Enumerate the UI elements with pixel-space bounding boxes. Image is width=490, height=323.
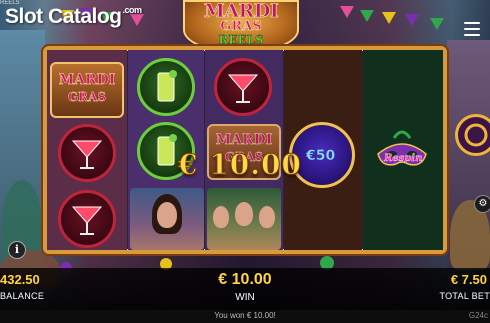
- game-id: G24c: [468, 311, 488, 320]
- portrait-face: [213, 206, 229, 228]
- autoplay-button[interactable]: ⚙: [474, 195, 490, 213]
- info-button[interactable]: i: [8, 241, 26, 259]
- info-icon: i: [14, 243, 20, 256]
- woman-portrait-symbol: [130, 188, 204, 250]
- martini-symbol: [214, 58, 272, 116]
- highball-icon: [157, 70, 177, 102]
- balance-value: 432.50: [0, 272, 40, 287]
- total-bet-label: TOTAL BET: [439, 291, 490, 301]
- mardi-symbol-line-1: MARDI: [58, 72, 116, 88]
- coin-value: €50: [306, 148, 336, 164]
- game-logo: MARDI GRAS REELS: [183, 0, 299, 52]
- martini-icon: [71, 206, 103, 235]
- martini-icon: [71, 140, 103, 169]
- respin-label: Respin: [384, 153, 423, 164]
- spin-button[interactable]: [455, 114, 490, 156]
- portrait-face: [235, 202, 253, 226]
- mardi-symbol-line-1: MARDI: [215, 132, 273, 148]
- mardi-gras-symbol: MARDI GRAS: [50, 62, 124, 118]
- balance-label: BALANCE: [0, 291, 45, 301]
- logo-line-3: REELS: [218, 33, 264, 47]
- watermark-text: Slot Catalog: [5, 5, 122, 28]
- bunting-flag: [405, 14, 419, 26]
- bunting-flag: [382, 12, 396, 24]
- highball-symbol: [137, 58, 195, 116]
- martini-icon: [227, 74, 259, 103]
- bunting-flag: [340, 6, 354, 18]
- respin-symbol: Respin: [366, 120, 438, 192]
- spin-icon: [464, 123, 488, 147]
- logo-line-2: GRAS: [220, 19, 262, 35]
- total-bet-value[interactable]: € 7.50: [451, 272, 487, 287]
- martini-symbol: [58, 190, 116, 248]
- win-amount-overlay: € 10.00: [178, 148, 302, 182]
- portrait-face: [259, 206, 275, 228]
- trio-portrait-symbol: [207, 188, 281, 250]
- portrait-face: [157, 202, 177, 228]
- watermark-suffix: .com: [122, 5, 143, 15]
- bunting-flag: [430, 18, 444, 30]
- win-label: WIN: [235, 292, 255, 303]
- martini-symbol: [58, 124, 116, 182]
- footer-message: You won € 10.00!: [214, 311, 276, 320]
- mardi-symbol-line-2: GRAS: [67, 90, 107, 104]
- win-value: € 10.00: [218, 271, 272, 288]
- menu-icon[interactable]: [464, 22, 480, 36]
- watermark: Slot Catalog.com: [5, 5, 142, 29]
- autoplay-icon: ⚙: [478, 198, 488, 209]
- bunting-flag: [360, 10, 374, 22]
